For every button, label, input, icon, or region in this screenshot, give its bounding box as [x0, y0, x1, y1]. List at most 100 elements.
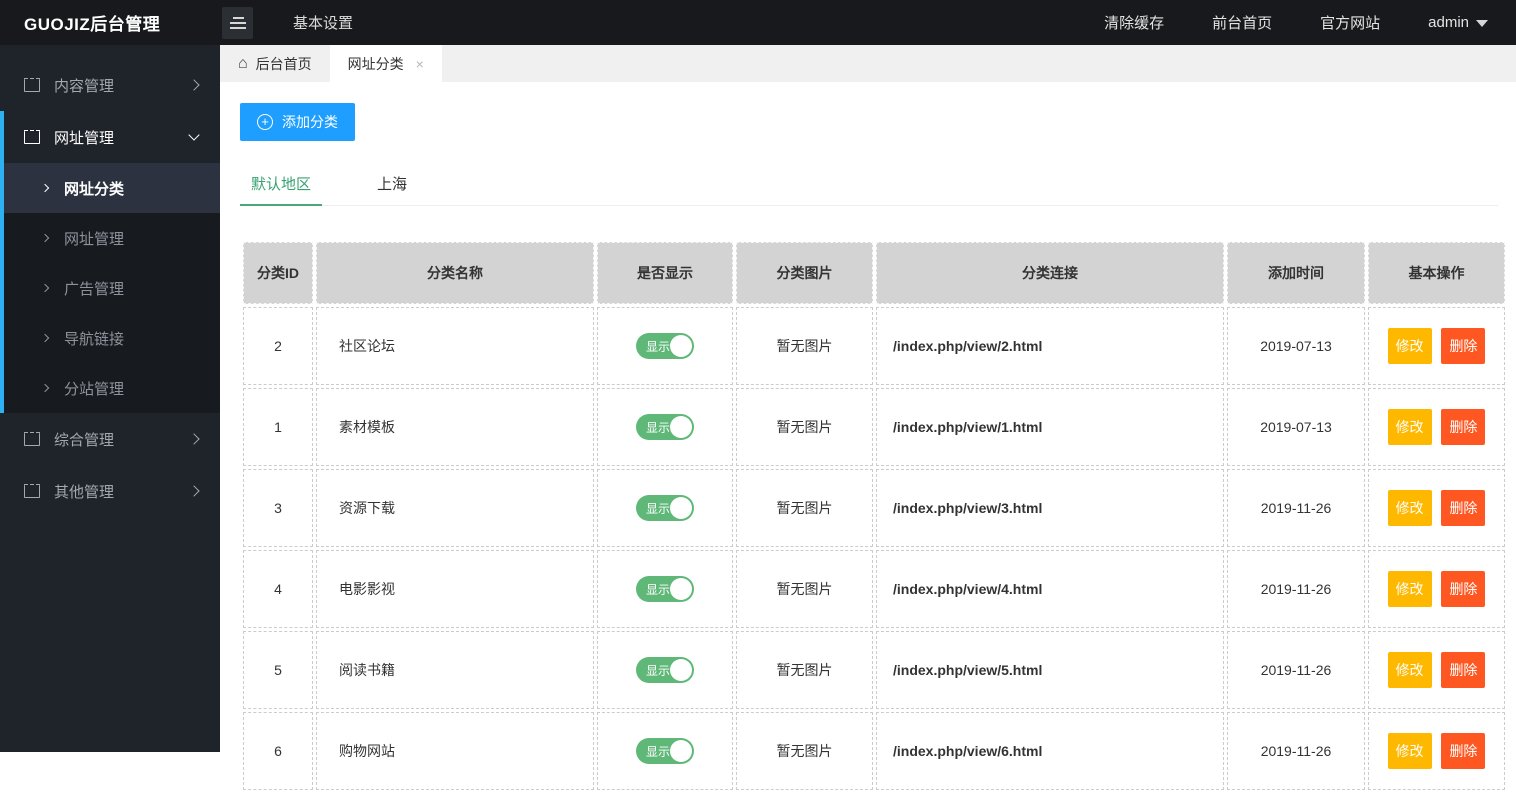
cell-date: 2019-11-26 [1227, 469, 1365, 547]
cell-link: /index.php/view/1.html [876, 388, 1224, 466]
edit-button[interactable]: 修改 [1388, 328, 1432, 364]
table-row: 3 资源下载 显示 暂无图片 /index.php/view/3.html 20… [243, 469, 1505, 547]
visibility-toggle[interactable]: 显示 [636, 333, 694, 359]
delete-button[interactable]: 删除 [1441, 409, 1485, 445]
cell-actions: 修改 删除 [1368, 712, 1505, 790]
chevron-right-icon [188, 79, 199, 90]
cell-actions: 修改 删除 [1368, 388, 1505, 466]
folder-icon [24, 79, 40, 92]
visibility-toggle[interactable]: 显示 [636, 495, 694, 521]
sidebar-item-substation-mgmt[interactable]: 分站管理 [4, 363, 220, 413]
submenu-item-label: 广告管理 [64, 278, 124, 299]
link-official-site[interactable]: 官方网站 [1320, 12, 1380, 33]
category-table: 分类ID 分类名称 是否显示 分类图片 分类连接 添加时间 基本操作 2 社区论… [240, 239, 1508, 793]
chevron-right-icon [41, 334, 49, 342]
toggle-knob-icon [670, 740, 692, 762]
cell-visible: 显示 [597, 631, 733, 709]
menu-group-other: 其他管理 [0, 465, 220, 517]
add-category-label: 添加分类 [282, 112, 338, 132]
delete-button[interactable]: 删除 [1441, 490, 1485, 526]
sidebar-item-url-mgmt[interactable]: 网址管理 [4, 111, 220, 163]
user-menu[interactable]: admin [1428, 14, 1488, 31]
sidebar-item-url-manage[interactable]: 网址管理 [4, 213, 220, 263]
delete-button[interactable]: 删除 [1441, 571, 1485, 607]
delete-button[interactable]: 删除 [1441, 328, 1485, 364]
sidebar-item-content-mgmt[interactable]: 内容管理 [0, 59, 220, 111]
sidebar-item-url-category[interactable]: 网址分类 [4, 163, 220, 213]
edit-button[interactable]: 修改 [1388, 652, 1432, 688]
edit-button[interactable]: 修改 [1388, 409, 1432, 445]
visibility-toggle[interactable]: 显示 [636, 414, 694, 440]
cell-image: 暂无图片 [736, 631, 873, 709]
hamburger-icon [230, 17, 246, 29]
cell-visible: 显示 [597, 712, 733, 790]
sidebar-item-ad-mgmt[interactable]: 广告管理 [4, 263, 220, 313]
sidebar-item-label: 网址管理 [54, 127, 190, 148]
visibility-toggle[interactable]: 显示 [636, 738, 694, 764]
col-header-link: 分类连接 [876, 242, 1224, 304]
edit-button[interactable]: 修改 [1388, 733, 1432, 769]
cell-actions: 修改 删除 [1368, 550, 1505, 628]
edit-button[interactable]: 修改 [1388, 571, 1432, 607]
folder-icon [24, 131, 40, 144]
table-row: 5 阅读书籍 显示 暂无图片 /index.php/view/5.html 20… [243, 631, 1505, 709]
tab-label: 网址分类 [348, 54, 404, 74]
cell-id: 5 [243, 631, 313, 709]
toggle-label: 显示 [646, 743, 670, 760]
region-tab-shanghai[interactable]: 上海 [366, 163, 418, 206]
toggle-label: 显示 [646, 419, 670, 436]
table-row: 1 素材模板 显示 暂无图片 /index.php/view/1.html 20… [243, 388, 1505, 466]
cell-date: 2019-11-26 [1227, 631, 1365, 709]
page-tabbar: ⌂ 后台首页 网址分类 × [220, 45, 1516, 82]
folder-icon [24, 433, 40, 446]
table-row: 4 电影影视 显示 暂无图片 /index.php/view/4.html 20… [243, 550, 1505, 628]
app-logo: GUOJIZ后台管理 [0, 10, 220, 35]
edit-button[interactable]: 修改 [1388, 490, 1432, 526]
cell-link: /index.php/view/3.html [876, 469, 1224, 547]
menu-group-general: 综合管理 [0, 413, 220, 465]
cell-visible: 显示 [597, 388, 733, 466]
cell-date: 2019-07-13 [1227, 388, 1365, 466]
chevron-right-icon [41, 184, 49, 192]
add-category-button[interactable]: + 添加分类 [240, 103, 355, 141]
cell-link: /index.php/view/6.html [876, 712, 1224, 790]
cell-image: 暂无图片 [736, 712, 873, 790]
cell-id: 3 [243, 469, 313, 547]
cell-id: 4 [243, 550, 313, 628]
tab-backend-home[interactable]: ⌂ 后台首页 [220, 45, 330, 82]
submenu-item-label: 导航链接 [64, 328, 124, 349]
nav-basic-settings[interactable]: 基本设置 [293, 12, 353, 33]
sidebar: 内容管理 网址管理 网址分类 网址管理 广告管理 导航链接 [0, 45, 220, 752]
sidebar-item-general-mgmt[interactable]: 综合管理 [0, 413, 220, 465]
region-tab-default[interactable]: 默认地区 [240, 163, 322, 206]
col-header-name: 分类名称 [316, 242, 594, 304]
visibility-toggle[interactable]: 显示 [636, 576, 694, 602]
sidebar-item-label: 综合管理 [54, 429, 190, 450]
toggle-label: 显示 [646, 581, 670, 598]
sidebar-toggle-button[interactable] [222, 7, 253, 39]
plus-circle-icon: + [257, 114, 273, 130]
cell-date: 2019-11-26 [1227, 550, 1365, 628]
link-frontend-home[interactable]: 前台首页 [1212, 12, 1272, 33]
close-icon[interactable]: × [416, 56, 424, 72]
col-header-visible: 是否显示 [597, 242, 733, 304]
delete-button[interactable]: 删除 [1441, 652, 1485, 688]
toggle-knob-icon [670, 497, 692, 519]
cell-name: 阅读书籍 [316, 631, 594, 709]
table-row: 6 购物网站 显示 暂无图片 /index.php/view/6.html 20… [243, 712, 1505, 790]
sidebar-item-nav-links[interactable]: 导航链接 [4, 313, 220, 363]
sidebar-item-other-mgmt[interactable]: 其他管理 [0, 465, 220, 517]
cell-link: /index.php/view/4.html [876, 550, 1224, 628]
chevron-right-icon [41, 284, 49, 292]
cell-name: 资源下载 [316, 469, 594, 547]
cell-image: 暂无图片 [736, 388, 873, 466]
toggle-label: 显示 [646, 338, 670, 355]
tab-url-category[interactable]: 网址分类 × [330, 45, 442, 82]
toggle-label: 显示 [646, 500, 670, 517]
link-clear-cache[interactable]: 清除缓存 [1104, 12, 1164, 33]
visibility-toggle[interactable]: 显示 [636, 657, 694, 683]
cell-id: 2 [243, 307, 313, 385]
chevron-right-icon [41, 384, 49, 392]
chevron-right-icon [188, 485, 199, 496]
delete-button[interactable]: 删除 [1441, 733, 1485, 769]
